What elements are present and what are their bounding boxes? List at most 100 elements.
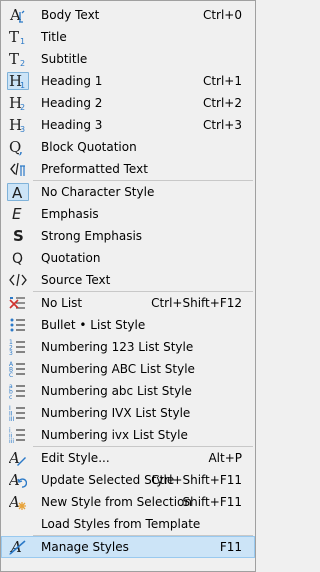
menu-item-heading-3[interactable]: H3 Heading 3 Ctrl+3	[1, 114, 255, 136]
menu-item-label: No Character Style	[41, 185, 155, 199]
svg-text:2: 2	[20, 59, 25, 68]
menu-item-label: New Style from Selection	[41, 495, 192, 509]
menu-item-label: Preformatted Text	[41, 162, 148, 176]
menu-item-shortcut: Alt+P	[208, 451, 242, 465]
svg-text:T: T	[9, 28, 19, 46]
menu-item-label: Bullet • List Style	[41, 318, 146, 332]
svg-text:III: III	[9, 416, 15, 422]
menu-item-label: Manage Styles	[41, 540, 129, 554]
menu-item-label: Heading 2	[41, 96, 103, 110]
svg-text:S: S	[13, 227, 24, 245]
menu-item-heading-2[interactable]: H2 Heading 2 Ctrl+2	[1, 92, 255, 114]
no-character-style-icon: A	[7, 183, 29, 201]
heading-2-icon: H2	[7, 94, 29, 112]
svg-text:T: T	[9, 50, 19, 68]
menu-item-shortcut: Shift+F11	[182, 495, 242, 509]
menu-item-shortcut: F11	[219, 540, 242, 554]
menu-item-label: Numbering ABC List Style	[41, 362, 195, 376]
svg-text:1: 1	[20, 37, 25, 46]
menu-item-label: Emphasis	[41, 207, 99, 221]
numbering-123-icon: 123	[7, 338, 29, 356]
update-style-icon: A	[7, 471, 29, 489]
svg-text:3: 3	[20, 125, 25, 134]
menu-item-shortcut: Ctrl+2	[202, 96, 242, 110]
strong-emphasis-icon: S	[7, 227, 29, 245]
edit-style-icon: A	[7, 449, 29, 467]
title-icon: T1	[7, 28, 29, 46]
menu-item-numbering-abc-lower[interactable]: abc Numbering abc List Style	[1, 380, 255, 402]
menu-item-no-list[interactable]: No List Ctrl+Shift+F12	[1, 292, 255, 314]
menu-item-label: Edit Style...	[41, 451, 110, 465]
menu-item-new-style-from-selection[interactable]: A New Style from Selection Shift+F11	[1, 491, 255, 513]
svg-text:2: 2	[20, 103, 25, 112]
quotation-icon: Q	[7, 249, 29, 267]
styles-context-menu: A Body Text Ctrl+0 T1 Title T2 Subtitle …	[0, 0, 256, 572]
numbering-ivx-upper-icon: I II III	[7, 404, 29, 422]
menu-item-label: Title	[41, 30, 67, 44]
no-list-icon	[7, 294, 29, 312]
menu-item-label: Subtitle	[41, 52, 88, 66]
menu-item-shortcut: Ctrl+1	[202, 74, 242, 88]
svg-text:3: 3	[9, 350, 13, 356]
menu-item-update-selected-style[interactable]: A Update Selected Style Ctrl+Shift+F11	[1, 469, 255, 491]
svg-text:,: ,	[19, 144, 23, 156]
svg-text:iii: iii	[9, 438, 14, 444]
menu-item-numbering-ivx-lower[interactable]: i ii iii Numbering ivx List Style	[1, 424, 255, 446]
emphasis-icon: E	[7, 205, 29, 223]
menu-item-label: Numbering ivx List Style	[41, 428, 188, 442]
menu-item-load-styles-from-template[interactable]: Load Styles from Template	[1, 513, 255, 535]
svg-text:C: C	[9, 372, 13, 378]
menu-item-shortcut: Ctrl+Shift+F12	[151, 296, 242, 310]
svg-text:Q: Q	[12, 251, 23, 267]
bullet-list-icon	[7, 316, 29, 334]
menu-item-label: Strong Emphasis	[41, 229, 143, 243]
svg-text:1: 1	[20, 81, 25, 89]
menu-item-strong-emphasis[interactable]: S Strong Emphasis	[1, 225, 255, 247]
menu-item-heading-1[interactable]: H1 Heading 1 Ctrl+1	[1, 70, 255, 92]
heading-3-icon: H3	[7, 116, 29, 134]
manage-styles-icon: A	[7, 538, 29, 556]
svg-text:A: A	[9, 6, 21, 24]
menu-item-label: Load Styles from Template	[41, 517, 201, 531]
menu-item-block-quotation[interactable]: Q, Block Quotation	[1, 136, 255, 158]
menu-item-label: Body Text	[41, 8, 100, 22]
menu-item-label: Numbering IVX List Style	[41, 406, 191, 420]
preformatted-text-icon	[7, 160, 29, 178]
svg-text:E: E	[12, 205, 22, 223]
new-style-icon: A	[7, 493, 29, 511]
menu-item-bullet-list[interactable]: Bullet • List Style	[1, 314, 255, 336]
menu-item-emphasis[interactable]: E Emphasis	[1, 203, 255, 225]
menu-item-quotation[interactable]: Q Quotation	[1, 247, 255, 269]
menu-item-label: No List	[41, 296, 83, 310]
menu-item-source-text[interactable]: Source Text	[1, 269, 255, 291]
menu-item-subtitle[interactable]: T2 Subtitle	[1, 48, 255, 70]
menu-item-numbering-ivx-upper[interactable]: I II III Numbering IVX List Style	[1, 402, 255, 424]
menu-item-title[interactable]: T1 Title	[1, 26, 255, 48]
menu-item-numbering-abc-upper[interactable]: ABC Numbering ABC List Style	[1, 358, 255, 380]
menu-item-label: Heading 3	[41, 118, 103, 132]
menu-item-no-character-style[interactable]: A No Character Style	[1, 181, 255, 203]
menu-item-edit-style[interactable]: A Edit Style... Alt+P	[1, 447, 255, 469]
menu-item-label: Numbering abc List Style	[41, 384, 192, 398]
menu-item-body-text[interactable]: A Body Text Ctrl+0	[1, 4, 255, 26]
svg-text:A: A	[12, 184, 23, 200]
svg-text:c: c	[9, 394, 12, 400]
body-text-icon: A	[7, 6, 29, 24]
menu-item-numbering-123[interactable]: 123 Numbering 123 List Style	[1, 336, 255, 358]
menu-item-label: Quotation	[41, 251, 101, 265]
menu-item-label: Source Text	[41, 273, 111, 287]
heading-1-icon: H1	[7, 72, 29, 90]
menu-item-manage-styles[interactable]: A Manage Styles F11	[1, 536, 255, 558]
menu-item-shortcut: Ctrl+3	[202, 118, 242, 132]
source-text-icon	[7, 271, 29, 289]
menu-item-shortcut: Ctrl+Shift+F11	[151, 473, 242, 487]
menu-item-label: Heading 1	[41, 74, 103, 88]
menu-item-preformatted-text[interactable]: Preformatted Text	[1, 158, 255, 180]
menu-item-shortcut: Ctrl+0	[202, 8, 242, 22]
block-quotation-icon: Q,	[7, 138, 29, 156]
svg-text:A: A	[9, 493, 20, 511]
menu-item-label: Block Quotation	[41, 140, 137, 154]
numbering-abc-upper-icon: ABC	[7, 360, 29, 378]
subtitle-icon: T2	[7, 50, 29, 68]
numbering-ivx-lower-icon: i ii iii	[7, 426, 29, 444]
